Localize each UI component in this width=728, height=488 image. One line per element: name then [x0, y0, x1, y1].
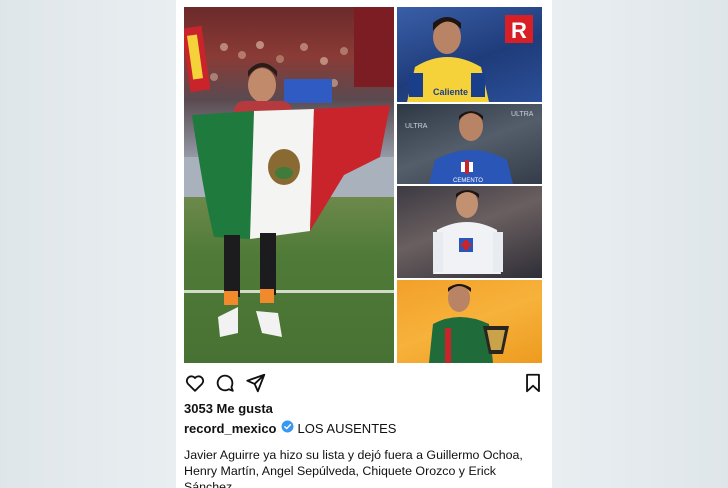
verified-badge-icon — [281, 420, 294, 436]
photo-player-blue-jersey: ULTRA ULTRA CEMENTO — [397, 104, 542, 184]
send-icon[interactable] — [245, 372, 267, 394]
main-photo-flag-player — [184, 7, 394, 363]
photo-player-yellow-jersey: R Caliente — [397, 7, 542, 102]
caption-header: record_mexico LOS AUSENTES — [184, 420, 396, 436]
background-left — [0, 0, 176, 488]
logo-letter: R — [511, 18, 527, 43]
post-action-bar — [184, 372, 544, 394]
backdrop-text-right: ULTRA — [511, 111, 534, 118]
post-image-collage[interactable]: R Caliente ULTRA ULTRA CEMENTO — [184, 7, 542, 363]
photo-orange-illustration — [429, 284, 509, 363]
caption-title: LOS AUSENTES — [297, 420, 397, 436]
photo-yellow-illustration: R Caliente — [407, 15, 533, 102]
photo-player-orange-trophy — [397, 280, 542, 363]
photo-player-white-jersey — [397, 186, 542, 278]
photo-blue-illustration: ULTRA ULTRA CEMENTO — [405, 111, 534, 184]
photo-white-illustration — [433, 190, 503, 274]
backdrop-text-left: ULTRA — [405, 123, 428, 130]
heart-icon[interactable] — [184, 372, 206, 394]
yellow-jersey-sponsor: Caliente — [433, 87, 468, 97]
main-photo-illustration — [184, 7, 394, 337]
blue-jersey-sponsor: CEMENTO — [453, 178, 483, 184]
comment-icon[interactable] — [214, 372, 236, 394]
likes-count[interactable]: 3053 Me gusta — [184, 401, 273, 416]
caption-text: Javier Aguirre ya hizo su lista y dejó f… — [184, 448, 523, 488]
instagram-post-card: R Caliente ULTRA ULTRA CEMENTO 3053 Me g… — [176, 0, 552, 488]
bookmark-icon[interactable] — [522, 372, 544, 394]
username-link[interactable]: record_mexico — [184, 421, 277, 436]
background-right — [552, 0, 728, 488]
